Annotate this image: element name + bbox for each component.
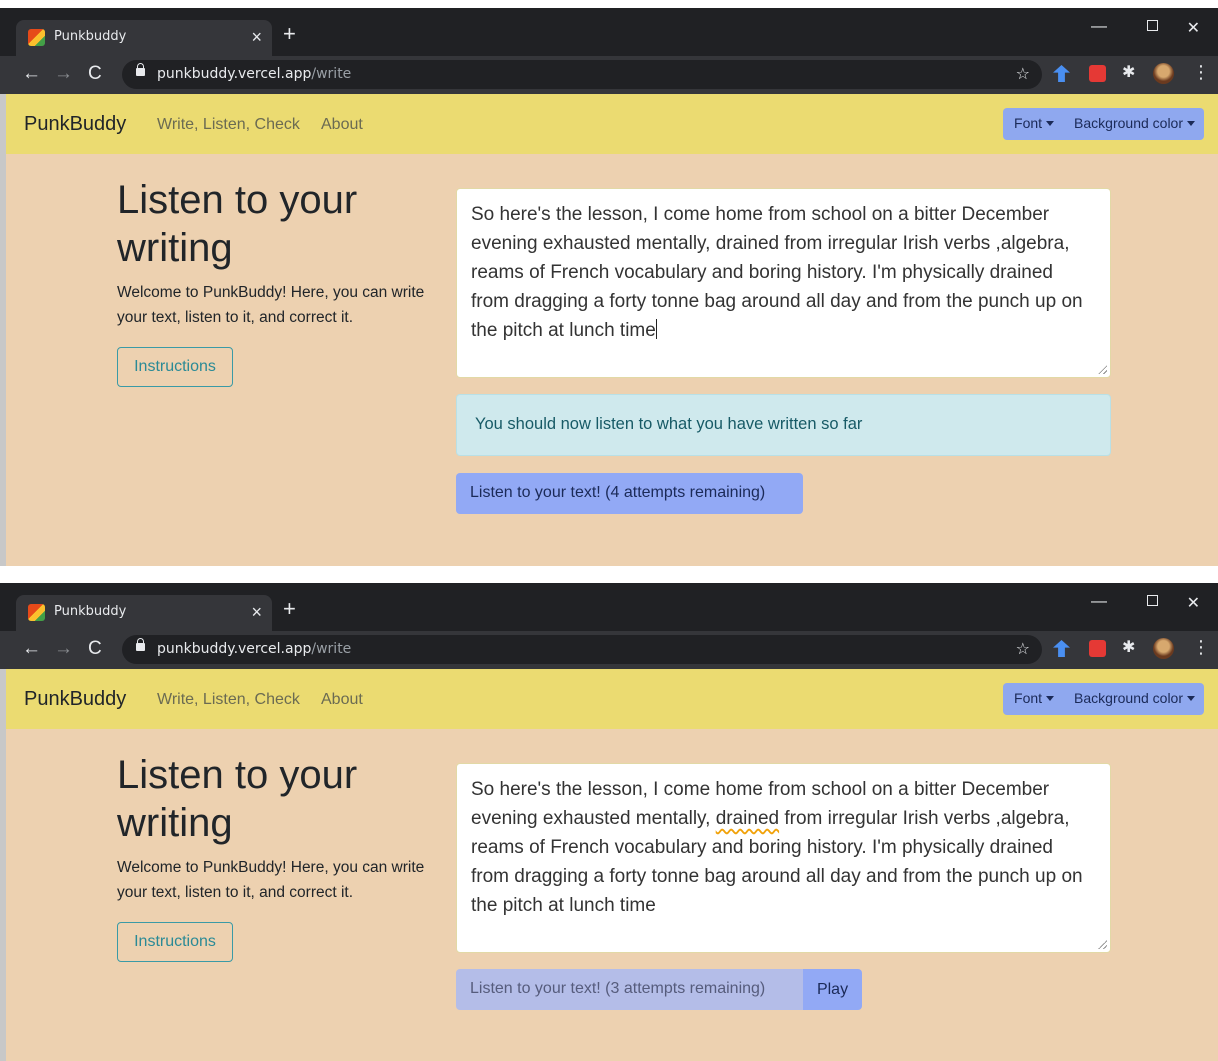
address-bar[interactable]: punkbuddy.vercel.app/write ☆ <box>122 60 1042 89</box>
site-navbar: PunkBuddy Write, Listen, Check About Fon… <box>0 94 1218 154</box>
settings-dropdowns: Font Background color <box>1003 108 1204 140</box>
instructions-button[interactable]: Instructions <box>117 347 233 387</box>
lock-icon <box>136 638 145 651</box>
maximize-icon <box>1147 20 1158 31</box>
spellcheck-flagged-word[interactable]: drained <box>716 808 779 829</box>
instructions-button[interactable]: Instructions <box>117 922 233 962</box>
resize-handle-icon[interactable] <box>1097 364 1107 374</box>
extension-arrow-icon[interactable] <box>1053 65 1070 82</box>
writing-textarea[interactable]: So here's the lesson, I come home from s… <box>456 188 1111 378</box>
brand-link[interactable]: PunkBuddy <box>24 688 126 711</box>
page-title: Listen to your writing <box>117 178 358 270</box>
new-tab-button[interactable]: + <box>283 597 296 621</box>
browser-tab-strip: Punkbuddy × + — ✕ <box>0 583 1218 631</box>
minimize-window-button[interactable]: — <box>1091 18 1107 36</box>
screenshot-2: Punkbuddy × + — ✕ ← → C punkbuddy.vercel… <box>0 583 1218 1061</box>
nav-link-write-listen-check[interactable]: Write, Listen, Check <box>157 691 300 709</box>
resize-handle-icon[interactable] <box>1097 939 1107 949</box>
extension-arrow-icon[interactable] <box>1053 640 1070 657</box>
browser-tab-strip: Punkbuddy × + — ✕ <box>0 8 1218 56</box>
url-text: punkbuddy.vercel.app/write <box>157 641 352 657</box>
settings-dropdowns: Font Background color <box>1003 683 1204 715</box>
back-arrow-icon[interactable]: ← <box>22 639 41 659</box>
nav-link-about[interactable]: About <box>321 691 363 709</box>
close-tab-icon[interactable]: × <box>251 26 262 48</box>
page-title: Listen to your writing <box>117 753 358 845</box>
bookmark-star-icon[interactable]: ☆ <box>1016 64 1030 84</box>
extension-red-icon[interactable] <box>1089 640 1106 657</box>
extension-red-icon[interactable] <box>1089 65 1106 82</box>
browser-menu-icon[interactable]: ⋮ <box>1192 62 1210 83</box>
new-tab-button[interactable]: + <box>283 22 296 46</box>
lock-icon <box>136 63 145 76</box>
punkbuddy-favicon-icon <box>28 29 45 46</box>
main-content: Listen to your writing Welcome to PunkBu… <box>0 154 1218 566</box>
background-color-dropdown[interactable]: Background color <box>1063 683 1204 715</box>
minimize-window-button[interactable]: — <box>1091 593 1107 611</box>
address-bar[interactable]: punkbuddy.vercel.app/write ☆ <box>122 635 1042 664</box>
close-window-button[interactable]: ✕ <box>1187 593 1200 613</box>
caret-down-icon <box>1187 121 1195 126</box>
caret-down-icon <box>1046 121 1055 126</box>
nav-link-about[interactable]: About <box>321 116 363 134</box>
screenshot-divider <box>0 566 1218 583</box>
browser-toolbar: ← → C punkbuddy.vercel.app/write ☆ ✱ ⋮ <box>0 56 1218 94</box>
browser-tab[interactable]: Punkbuddy × <box>16 20 272 56</box>
play-button[interactable]: Play <box>803 969 862 1010</box>
forward-arrow-icon[interactable]: → <box>54 64 73 84</box>
maximize-icon <box>1147 595 1158 606</box>
tab-title: Punkbuddy <box>54 604 127 619</box>
caret-down-icon <box>1187 696 1195 701</box>
close-tab-icon[interactable]: × <box>251 601 262 623</box>
extensions-puzzle-icon[interactable]: ✱ <box>1122 62 1135 82</box>
nav-link-write-listen-check[interactable]: Write, Listen, Check <box>157 116 300 134</box>
forward-arrow-icon[interactable]: → <box>54 639 73 659</box>
punkbuddy-favicon-icon <box>28 604 45 621</box>
profile-avatar[interactable] <box>1153 638 1174 659</box>
screenshot-1: Punkbuddy × + — ✕ ← → C punkbuddy.vercel… <box>0 8 1218 566</box>
reload-icon[interactable]: C <box>88 639 102 659</box>
url-text: punkbuddy.vercel.app/write <box>157 66 352 82</box>
browser-menu-icon[interactable]: ⋮ <box>1192 637 1210 658</box>
listen-button[interactable]: Listen to your text! (4 attempts remaini… <box>456 473 803 514</box>
back-arrow-icon[interactable]: ← <box>22 64 41 84</box>
reload-icon[interactable]: C <box>88 64 102 84</box>
bookmark-star-icon[interactable]: ☆ <box>1016 639 1030 659</box>
font-dropdown[interactable]: Font <box>1003 108 1064 140</box>
main-content: Listen to your writing Welcome to PunkBu… <box>0 729 1218 1061</box>
font-dropdown[interactable]: Font <box>1003 683 1064 715</box>
extensions-puzzle-icon[interactable]: ✱ <box>1122 637 1135 657</box>
welcome-text: Welcome to PunkBuddy! Here, you can writ… <box>117 859 425 901</box>
text-cursor <box>655 319 657 339</box>
welcome-text: Welcome to PunkBuddy! Here, you can writ… <box>117 284 425 326</box>
close-window-button[interactable]: ✕ <box>1187 18 1200 38</box>
listen-alert: You should now listen to what you have w… <box>456 394 1111 456</box>
writing-textarea[interactable]: So here's the lesson, I come home from s… <box>456 763 1111 953</box>
brand-link[interactable]: PunkBuddy <box>24 113 126 136</box>
maximize-window-button[interactable] <box>1147 18 1158 36</box>
browser-toolbar: ← → C punkbuddy.vercel.app/write ☆ ✱ ⋮ <box>0 631 1218 669</box>
profile-avatar[interactable] <box>1153 63 1174 84</box>
browser-tab[interactable]: Punkbuddy × <box>16 595 272 631</box>
caret-down-icon <box>1046 696 1055 701</box>
background-color-dropdown[interactable]: Background color <box>1063 108 1204 140</box>
site-navbar: PunkBuddy Write, Listen, Check About Fon… <box>0 669 1218 729</box>
maximize-window-button[interactable] <box>1147 593 1158 611</box>
listen-button-disabled: Listen to your text! (3 attempts remaini… <box>456 969 803 1010</box>
tab-title: Punkbuddy <box>54 29 127 44</box>
